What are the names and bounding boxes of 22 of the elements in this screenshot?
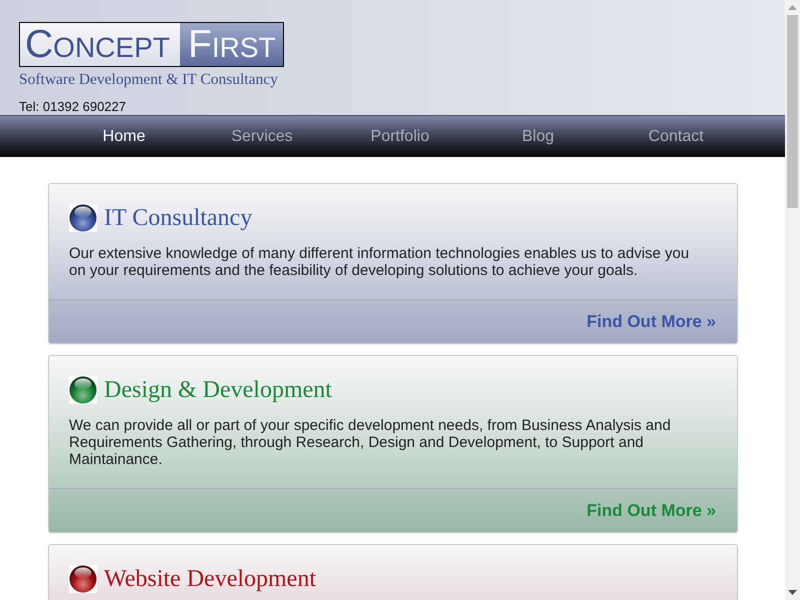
- scrollbar[interactable]: [785, 0, 800, 600]
- phone-number: Tel: 01392 690227: [19, 99, 126, 114]
- logo-text: CONCEPT: [20, 23, 180, 66]
- nav-link[interactable]: Home: [102, 126, 146, 146]
- nav-link[interactable]: Portfolio: [370, 126, 430, 146]
- sphere-icon: [69, 204, 97, 232]
- tagline: Software Development & IT Consultancy: [19, 71, 278, 88]
- card-title: Website Development: [104, 565, 316, 593]
- find-out-more-link[interactable]: Find Out More »: [586, 312, 716, 332]
- logo-text: FIRST: [180, 23, 283, 66]
- scrollbar-thumb[interactable]: [787, 15, 798, 208]
- card-title: IT Consultancy: [104, 204, 252, 232]
- nav-link[interactable]: Contact: [648, 126, 704, 146]
- nav-link[interactable]: Services: [231, 126, 293, 146]
- up-arrow-icon[interactable]: [788, 5, 797, 10]
- sphere-icon: [69, 376, 97, 404]
- sphere-icon: [69, 565, 97, 593]
- nav-link[interactable]: Blog: [522, 126, 554, 146]
- card-description: Our extensive knowledge of many different information technologies enables us to advise you on your requirements and the feasibility of developing solutions to achieve your goals.: [69, 245, 690, 279]
- card-description: We can provide all or part of your specific development needs, from Business Analysis and Requirements Gathering, through Research, Design and Development, to Support and Maintainance.: [69, 417, 672, 468]
- down-arrow-icon[interactable]: [788, 590, 797, 595]
- card-title: Design & Development: [104, 376, 332, 404]
